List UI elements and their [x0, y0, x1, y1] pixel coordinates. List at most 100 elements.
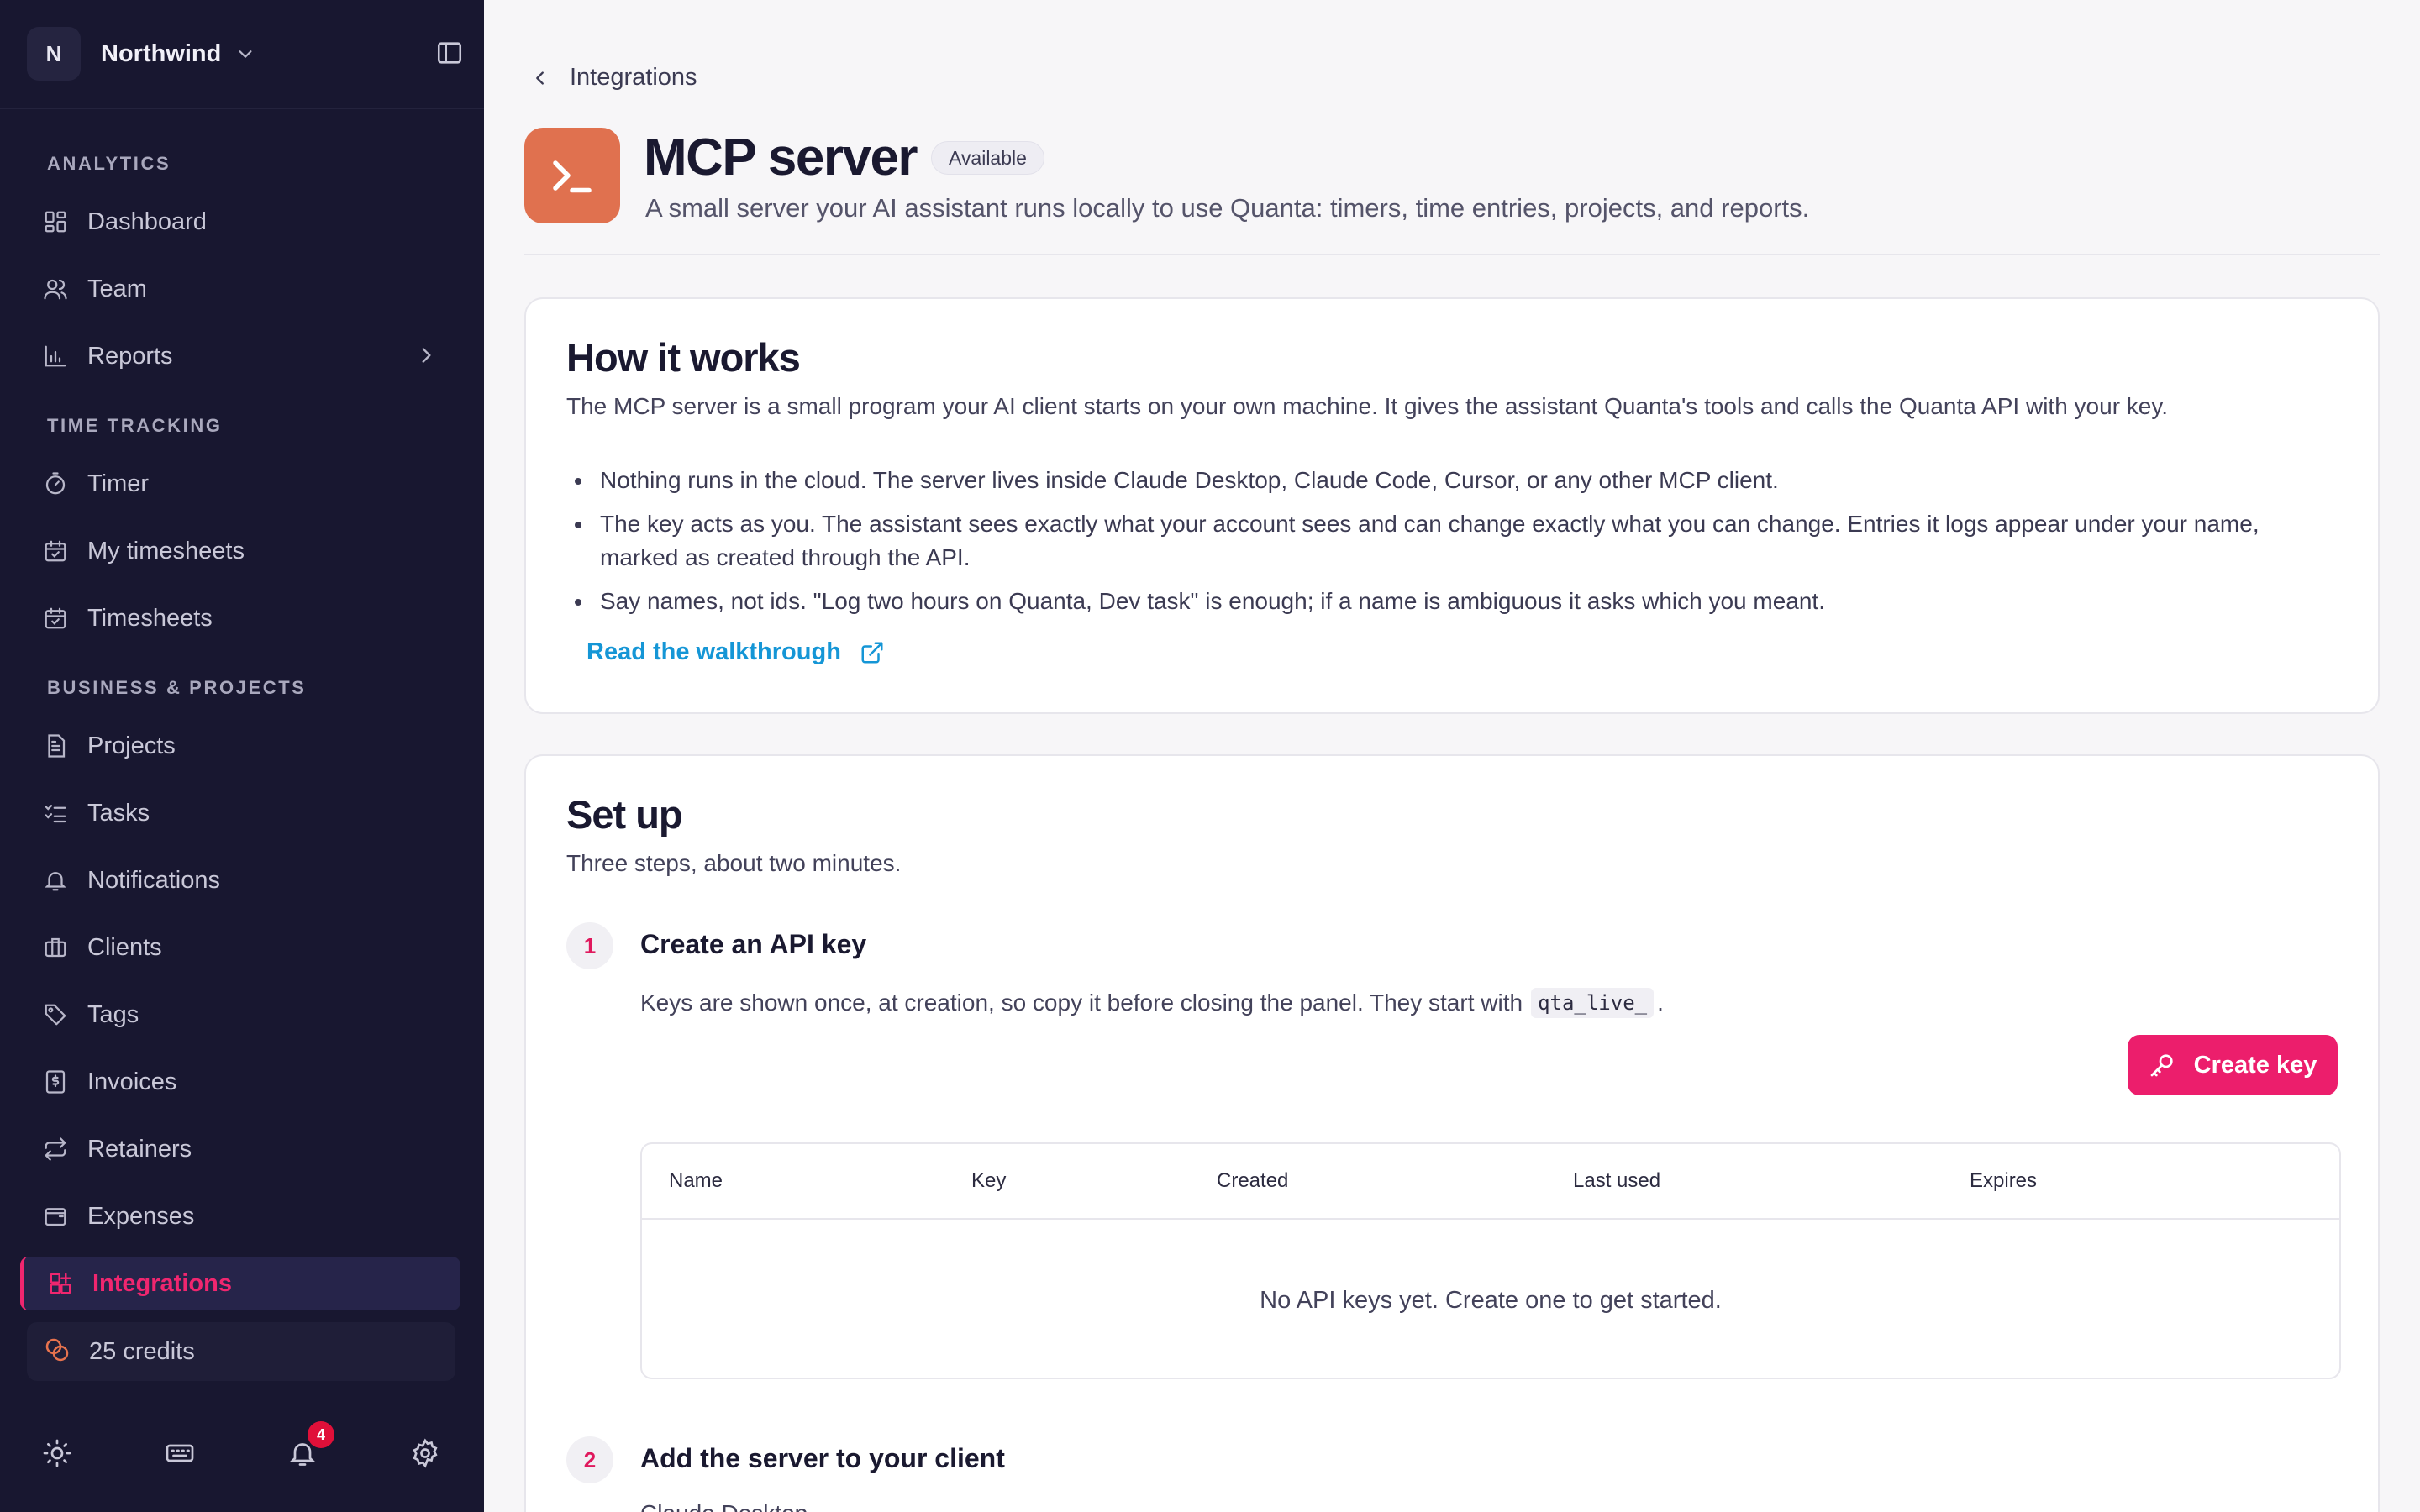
chevron-down-icon [236, 45, 255, 63]
sidebar-item-label: Projects [87, 732, 176, 759]
sidebar-item-label: Integrations [92, 1269, 232, 1297]
credits-label: 25 credits [89, 1337, 195, 1365]
sidebar-item-label: Clients [87, 933, 162, 961]
sun-icon[interactable] [42, 1438, 72, 1468]
header-divider [524, 254, 2380, 255]
sidebar-item-label: Expenses [87, 1202, 195, 1230]
how-it-works-lead: The MCP server is a small program your A… [566, 393, 2169, 419]
sidebar-item-label: Retainers [87, 1135, 192, 1163]
step-description-text: Keys are shown once, at creation, so cop… [640, 990, 1523, 1016]
dashboard-icon [40, 207, 71, 237]
keyboard-icon[interactable] [165, 1438, 195, 1468]
column-header-name[interactable]: Name [669, 1169, 723, 1193]
sidebar-item-label: Timesheets [87, 604, 213, 632]
sidebar-item-tasks[interactable]: Tasks [20, 786, 460, 840]
sidebar-footer [0, 1428, 484, 1478]
page-title: MCP server [644, 129, 918, 186]
sidebar-item-dashboard[interactable]: Dashboard [20, 195, 460, 249]
sidebar-item-invoices[interactable]: Invoices [20, 1055, 460, 1109]
column-header-key[interactable]: Key [971, 1169, 1006, 1193]
sidebar-item-notifications[interactable]: Notifications [20, 853, 460, 907]
main-content: Integrations MCP server Available A smal… [484, 0, 2420, 1512]
step-number: 1 [566, 922, 613, 969]
walkthrough-link[interactable]: Read the walkthrough [587, 638, 885, 666]
checklist-icon [40, 798, 71, 828]
how-it-works-title: How it works [566, 335, 801, 380]
step-number: 2 [566, 1436, 613, 1483]
sidebar-item-label: Tasks [87, 799, 150, 827]
setup-card: Set up Three steps, about two minutes. 1… [524, 754, 2380, 1512]
sidebar-item-label: My timesheets [87, 537, 245, 564]
coins-icon [44, 1336, 74, 1367]
walkthrough-link-label: Read the walkthrough [587, 638, 841, 665]
api-keys-table: Name Key Created Last used Expires No AP… [640, 1142, 2341, 1379]
status-badge: Available [931, 141, 1044, 175]
org-switcher[interactable]: N Northwind [27, 27, 464, 81]
key-prefix-code: qta_live_ [1531, 988, 1655, 1018]
create-key-button[interactable]: Create key [2128, 1035, 2338, 1095]
section-time-tracking: TIME TRACKING [47, 415, 223, 436]
bell-icon [40, 865, 71, 895]
terminal-icon [524, 128, 620, 223]
table-empty-state: No API keys yet. Create one to get start… [1260, 1287, 1722, 1314]
wallet-icon [40, 1201, 71, 1231]
users-icon [40, 274, 71, 304]
column-header-expires[interactable]: Expires [1970, 1169, 2037, 1193]
notification-count-badge: 4 [308, 1421, 334, 1448]
sidebar-divider [0, 108, 484, 109]
calendar-check-icon [40, 536, 71, 566]
column-header-last-used[interactable]: Last used [1573, 1169, 1660, 1193]
column-header-created[interactable]: Created [1217, 1169, 1288, 1193]
invoice-icon [40, 1067, 71, 1097]
chevron-right-icon [415, 344, 437, 366]
calendar-icon [40, 603, 71, 633]
org-avatar: N [27, 27, 81, 81]
sidebar-item-timer[interactable]: Timer [20, 457, 460, 511]
how-it-works-list: Nothing runs in the cloud. The server li… [566, 464, 2331, 628]
sidebar-item-label: Reports [87, 342, 173, 370]
sidebar-item-label: Team [87, 275, 147, 302]
sidebar-item-label: Tags [87, 1000, 139, 1028]
section-business-projects: BUSINESS & PROJECTS [47, 677, 307, 698]
sidebar-item-my-timesheets[interactable]: My timesheets [20, 524, 460, 578]
step-description-end: . [1657, 990, 1664, 1016]
gear-icon[interactable] [410, 1438, 440, 1468]
sidebar-item-team[interactable]: Team [20, 262, 460, 316]
document-icon [40, 731, 71, 761]
sidebar-item-tags[interactable]: Tags [20, 988, 460, 1042]
list-item: The key acts as you. The assistant sees … [566, 507, 2331, 575]
sidebar-item-reports[interactable]: Reports [20, 329, 460, 383]
credits-button[interactable]: 25 credits [27, 1322, 455, 1381]
integrations-icon [45, 1268, 76, 1299]
key-icon [2149, 1052, 2194, 1079]
list-item: Nothing runs in the cloud. The server li… [566, 464, 2331, 497]
sidebar-item-label: Dashboard [87, 207, 207, 235]
step-title: Add the server to your client [640, 1443, 1005, 1473]
sidebar-item-projects[interactable]: Projects [20, 719, 460, 773]
sidebar-item-retainers[interactable]: Retainers [20, 1122, 460, 1176]
step-partial-text: Claude Desktop [640, 1500, 808, 1512]
org-name: Northwind [101, 39, 222, 67]
sidebar-item-timesheets[interactable]: Timesheets [20, 591, 460, 645]
external-link-icon [841, 640, 885, 665]
sidebar: N Northwind ANALYTICS Dashboard Team Rep… [0, 0, 484, 1512]
table-header-divider [642, 1218, 2339, 1220]
setup-title: Set up [566, 792, 683, 837]
sidebar-collapse-icon[interactable] [435, 39, 464, 67]
step-title: Create an API key [640, 929, 867, 959]
sidebar-item-expenses[interactable]: Expenses [20, 1189, 460, 1243]
sidebar-item-label: Timer [87, 470, 150, 497]
briefcase-icon [40, 932, 71, 963]
breadcrumb-label: Integrations [570, 64, 697, 91]
breadcrumb[interactable]: Integrations [531, 64, 697, 92]
sidebar-item-integrations[interactable]: Integrations [20, 1257, 460, 1310]
sidebar-item-label: Invoices [87, 1068, 177, 1095]
create-key-label: Create key [2193, 1051, 2317, 1079]
sidebar-item-label: Notifications [87, 866, 220, 894]
setup-lead: Three steps, about two minutes. [566, 850, 902, 876]
sidebar-item-clients[interactable]: Clients [20, 921, 460, 974]
page-subtitle: A small server your AI assistant runs lo… [645, 193, 1810, 223]
stopwatch-icon [40, 469, 71, 499]
step-description: Keys are shown once, at creation, so cop… [640, 988, 1664, 1018]
repeat-icon [40, 1134, 71, 1164]
